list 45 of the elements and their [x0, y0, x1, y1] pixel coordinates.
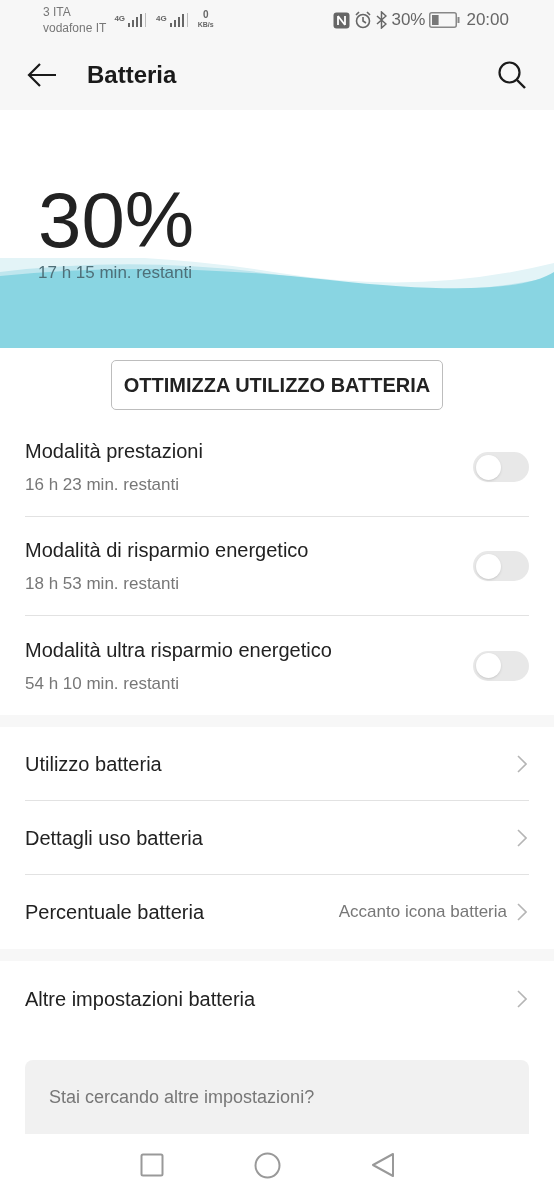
nfc-icon — [333, 11, 351, 29]
carrier-name: 3 ITA — [43, 4, 72, 20]
mode-label: Modalità ultra risparmio energetico — [25, 637, 332, 663]
network-label: 4G — [156, 13, 167, 25]
row-label: Percentuale batteria — [25, 900, 204, 925]
toggle-switch[interactable] — [473, 452, 529, 482]
battery-percent: 30% — [391, 9, 426, 32]
row-label: Dettagli uso batteria — [25, 825, 203, 851]
signal-icon — [167, 13, 190, 27]
page-title: Batteria — [87, 60, 178, 90]
battery-percentage: 30% — [38, 178, 196, 262]
mode-remaining: 54 h 10 min. restanti — [25, 672, 181, 695]
settings-row[interactable]: Altre impostazioni batteria — [25, 961, 529, 1036]
chevron-icon — [517, 754, 527, 773]
chevron-icon — [517, 903, 527, 921]
suggestion-card[interactable]: Stai cercando altre impostazioni? — [25, 1060, 529, 1134]
chevron-icon — [517, 989, 527, 1008]
mode-remaining: 16 h 23 min. restanti — [25, 474, 181, 497]
toggle-switch[interactable] — [473, 551, 529, 581]
back-icon[interactable] — [27, 62, 57, 88]
carrier-name: vodafone IT — [43, 20, 107, 36]
battery-icon — [429, 12, 461, 28]
mode-label: Modalità di risparmio energetico — [25, 538, 309, 564]
suggestion-text: Stai cercando altre impostazioni? — [49, 1085, 315, 1109]
optimize-button[interactable]: OTTIMIZZA UTILIZZO BATTERIA — [110, 360, 444, 410]
row-label: Altre impostazioni batteria — [25, 986, 256, 1012]
row-value: Accanto icona batteria — [338, 901, 507, 924]
alarm-icon — [354, 11, 373, 29]
mode-remaining: 18 h 53 min. restanti — [25, 573, 181, 596]
bluetooth-icon — [376, 11, 388, 29]
clock: 20:00 — [466, 9, 509, 32]
search-icon[interactable] — [497, 60, 527, 90]
settings-row[interactable]: Dettagli uso batteria — [25, 801, 529, 875]
speed-value: 0 — [202, 10, 209, 20]
signal-icon — [126, 13, 149, 27]
recents-icon[interactable] — [139, 1153, 164, 1177]
network-label: 4G — [114, 13, 126, 25]
chevron-icon — [517, 828, 527, 847]
settings-row[interactable]: Utilizzo batteria — [25, 727, 529, 801]
toggle-switch[interactable] — [473, 650, 529, 681]
remaining-time: 17 h 15 min. restanti — [38, 262, 194, 284]
mode-label: Modalità prestazioni — [25, 439, 203, 465]
row-label: Utilizzo batteria — [25, 751, 162, 777]
settings-row[interactable]: Percentuale batteria Accanto icona batteria — [25, 875, 529, 949]
home-icon[interactable] — [253, 1151, 281, 1179]
